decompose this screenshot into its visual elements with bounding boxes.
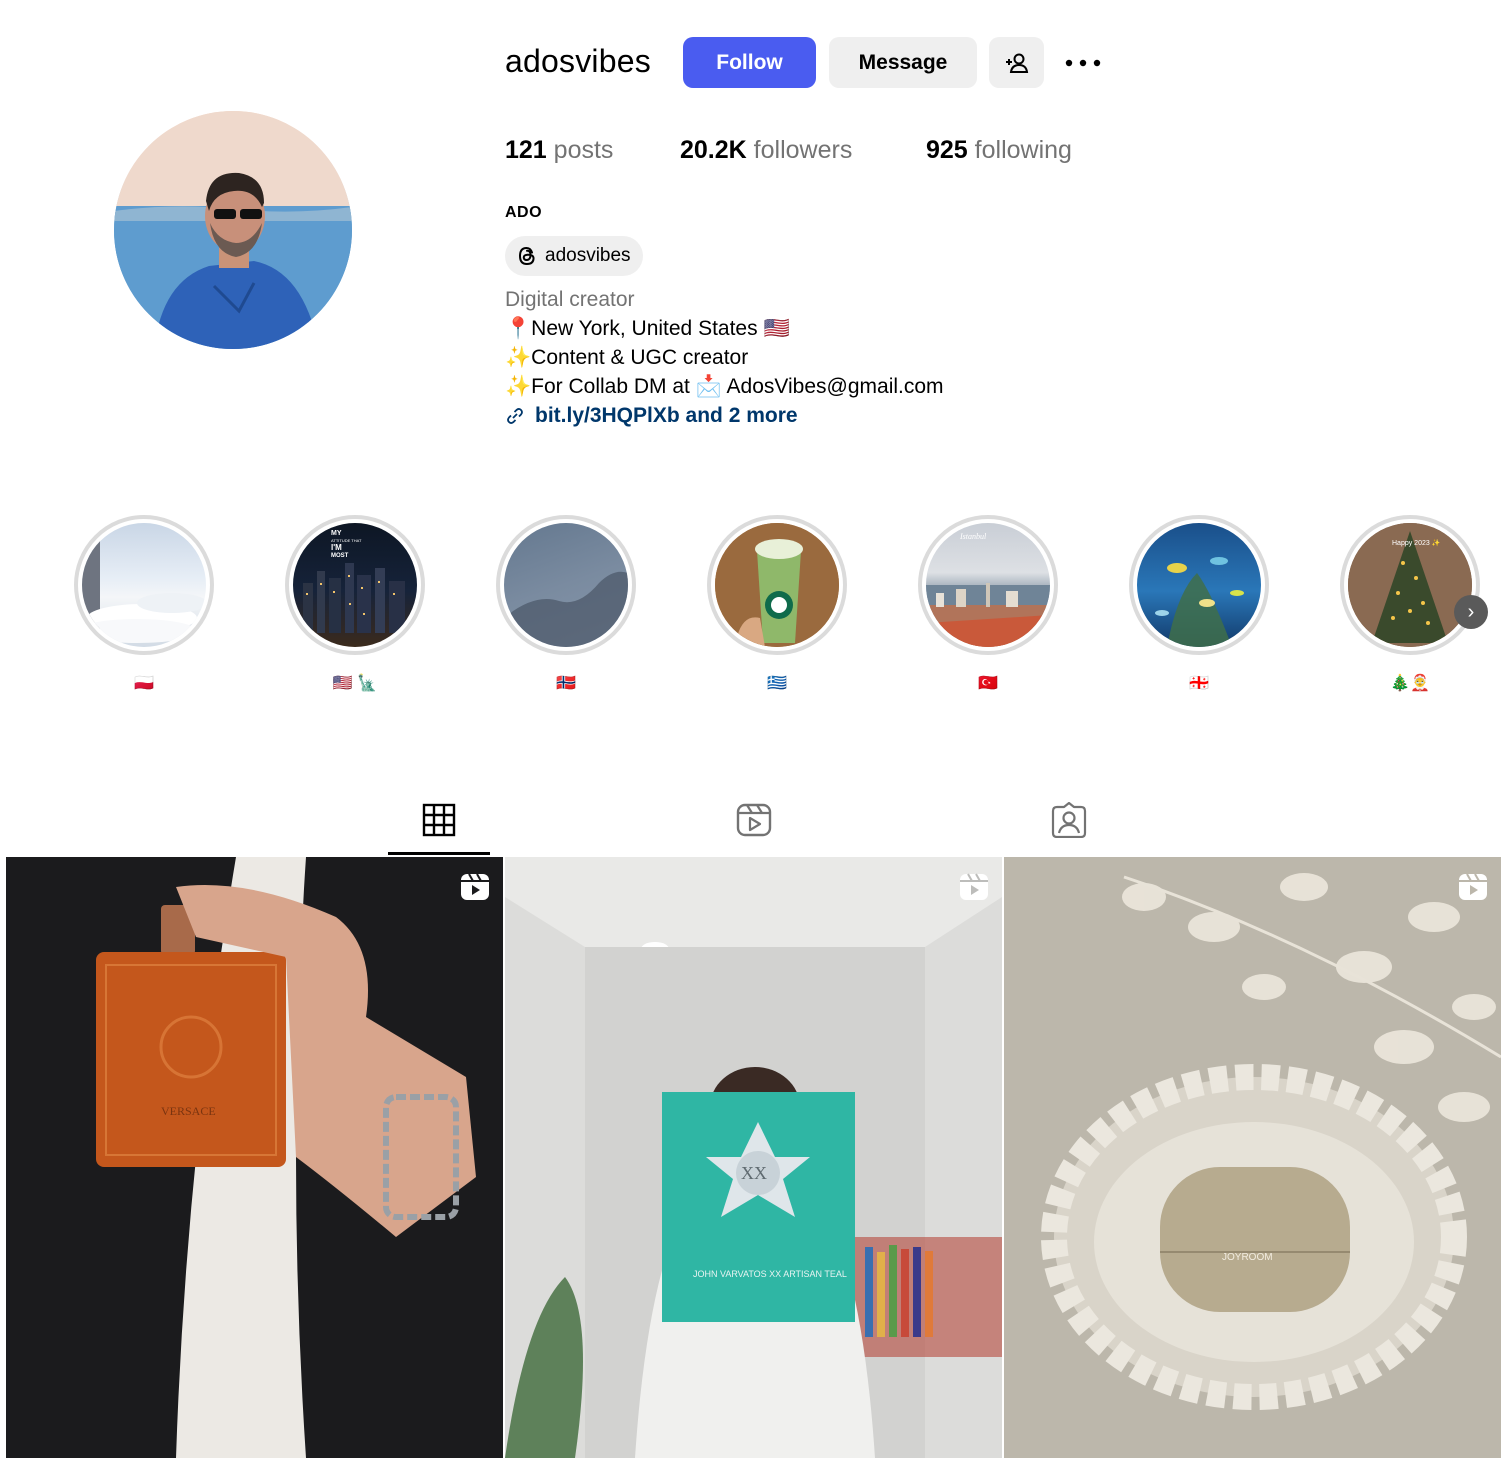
post-image: XX JOHN VARVATOS XX ARTISAN TEAL	[505, 857, 1002, 1458]
highlight-item[interactable]: 🇬🇷	[707, 515, 847, 693]
threads-handle: adosvibes	[545, 245, 631, 266]
svg-text:MY: MY	[331, 530, 342, 537]
followers-count-value: 20.2K	[680, 136, 747, 164]
profile-avatar[interactable]	[114, 111, 352, 349]
bio-line-role: ✨Content & UGC creator	[505, 346, 749, 369]
profile-external-link[interactable]: bit.ly/3HQPlXb and 2 more	[505, 404, 798, 428]
highlight-thumbnail	[82, 523, 206, 647]
link-icon	[507, 408, 523, 424]
posts-count: 121 posts	[505, 136, 613, 165]
message-button[interactable]: Message	[829, 37, 977, 88]
tab-reels[interactable]	[734, 800, 774, 840]
more-dots-icon	[1065, 59, 1101, 67]
highlight-label: 🇺🇸 🗽	[332, 675, 378, 692]
highlight-ring: Istanbul	[918, 515, 1058, 655]
highlight-thumbnail	[1137, 523, 1261, 647]
threads-icon	[518, 246, 535, 266]
following-count-value: 925	[926, 136, 968, 164]
chevron-right-icon: ›	[1467, 600, 1475, 623]
highlight-thumbnail: Happy 2023 ✨	[1348, 523, 1472, 647]
bio-line-location: 📍New York, United States 🇺🇸	[505, 317, 790, 340]
post-image: VERSACE	[6, 857, 503, 1458]
posts-count-value: 121	[505, 136, 547, 164]
highlight-label: 🎄🤶	[1390, 675, 1430, 692]
following-count-label: following	[974, 136, 1072, 164]
suggested-users-button[interactable]	[989, 37, 1044, 88]
highlight-label: 🇬🇪	[1189, 675, 1209, 692]
profile-link-text: bit.ly/3HQPlXb and 2 more	[535, 404, 798, 427]
highlight-item[interactable]: Istanbul 🇹🇷	[918, 515, 1058, 693]
post-image: JOYROOM	[1004, 857, 1501, 1458]
following-count[interactable]: 925 following	[926, 136, 1072, 165]
svg-text:I'M: I'M	[331, 543, 342, 552]
followers-count[interactable]: 20.2K followers	[680, 136, 852, 165]
svg-text:XX: XX	[741, 1163, 767, 1183]
highlight-label: 🇳🇴	[556, 675, 576, 692]
posts-count-label: posts	[553, 136, 614, 164]
active-tab-indicator	[388, 852, 490, 855]
highlight-label: 🇬🇷	[767, 675, 787, 692]
avatar-photo	[114, 111, 352, 349]
post-tile[interactable]: XX JOHN VARVATOS XX ARTISAN TEAL	[505, 857, 1002, 1458]
highlight-ring	[707, 515, 847, 655]
highlight-label: 🇵🇱	[134, 675, 154, 692]
highlight-ring: Happy 2023 ✨	[1340, 515, 1480, 655]
highlight-item[interactable]: MY ATTITUDE THAT I'M MOST 🇺🇸 🗽	[285, 515, 425, 693]
svg-text:JOYROOM: JOYROOM	[1222, 1252, 1273, 1263]
profile-username: adosvibes	[505, 43, 651, 79]
profile-full-name: ADO	[505, 204, 543, 221]
tab-posts[interactable]	[419, 800, 459, 840]
profile-category: Digital creator	[505, 288, 635, 311]
highlight-ring	[1129, 515, 1269, 655]
reel-icon	[960, 873, 988, 900]
post-tile[interactable]: JOYROOM	[1004, 857, 1501, 1458]
svg-text:MOST: MOST	[331, 553, 349, 559]
reel-icon	[1459, 873, 1487, 900]
svg-text:Happy 2023 ✨: Happy 2023 ✨	[1392, 538, 1441, 547]
highlights-next-button[interactable]: ›	[1454, 595, 1488, 629]
bio-line-contact: ✨For Collab DM at 📩 AdosVibes@gmail.com	[505, 375, 944, 398]
highlight-item[interactable]: 🇳🇴	[496, 515, 636, 693]
highlight-thumbnail	[715, 523, 839, 647]
tab-tagged[interactable]	[1049, 800, 1089, 840]
highlight-label: 🇹🇷	[978, 675, 998, 692]
follow-button[interactable]: Follow	[683, 37, 816, 88]
highlight-item[interactable]: 🇵🇱	[74, 515, 214, 693]
highlight-ring	[496, 515, 636, 655]
reels-icon	[736, 803, 772, 837]
svg-text:VERSACE: VERSACE	[161, 1104, 216, 1118]
threads-badge[interactable]: adosvibes	[505, 236, 643, 276]
highlight-ring	[74, 515, 214, 655]
grid-icon	[422, 803, 456, 837]
followers-count-label: followers	[753, 136, 853, 164]
highlight-item[interactable]: 🇬🇪	[1129, 515, 1269, 693]
add-user-icon	[1005, 53, 1028, 73]
highlight-thumbnail: Istanbul	[926, 523, 1050, 647]
tagged-icon	[1051, 802, 1087, 838]
highlight-thumbnail: MY ATTITUDE THAT I'M MOST	[293, 523, 417, 647]
highlight-ring: MY ATTITUDE THAT I'M MOST	[285, 515, 425, 655]
post-tile[interactable]: VERSACE	[6, 857, 503, 1458]
highlight-thumbnail	[504, 523, 628, 647]
more-options-button[interactable]	[1062, 47, 1104, 79]
svg-text:JOHN VARVATOS XX ARTISAN TEAL: JOHN VARVATOS XX ARTISAN TEAL	[693, 1269, 847, 1279]
reel-icon	[461, 873, 489, 900]
svg-text:Istanbul: Istanbul	[959, 532, 987, 541]
